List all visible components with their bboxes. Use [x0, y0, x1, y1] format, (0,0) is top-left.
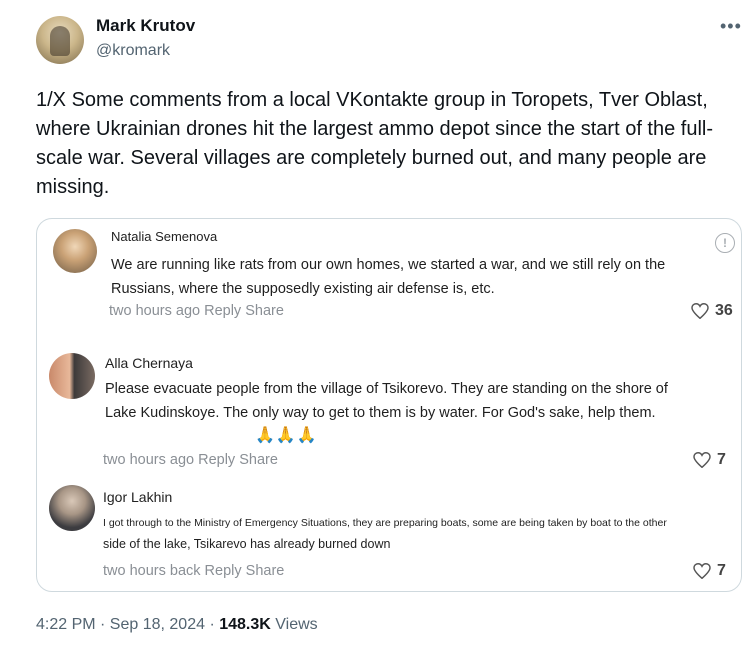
commenter-name: Natalia Semenova: [111, 229, 218, 244]
comment-text-line: Lake Kudinskoye. The only way to get to …: [105, 405, 656, 421]
likes-count: 7: [717, 451, 726, 468]
author-handle[interactable]: @kromark: [96, 42, 170, 60]
timestamp[interactable]: 4:22 PM · Sep 18, 2024 ·: [36, 616, 219, 633]
views-label: Views: [270, 616, 318, 633]
comment-meta: two hours ago Reply Share: [109, 303, 284, 319]
likes-count: 7: [717, 562, 726, 579]
heart-icon: [693, 452, 711, 468]
views-count: 148.3K: [219, 616, 271, 633]
likes-count: 36: [715, 302, 733, 319]
commenter-name: Alla Chernaya: [105, 355, 193, 371]
comment-text-line: We are running like rats from our own ho…: [111, 257, 666, 273]
embedded-image[interactable]: Natalia Semenova ! We are running like r…: [36, 218, 742, 592]
tweet-footer: 4:22 PM · Sep 18, 2024 · 148.3K Views: [36, 616, 318, 634]
tweet: Mark Krutov @kromark ••• 1/X Some commen…: [0, 0, 756, 651]
commenter-avatar: [53, 229, 97, 273]
commenter-avatar: [49, 485, 95, 531]
comment-text-line: I got through to the Ministry of Emergen…: [103, 517, 667, 529]
comment-text-line: side of the lake, Tsikarevo has already …: [103, 537, 391, 551]
commenter-avatar: [49, 353, 95, 399]
info-icon: !: [715, 233, 735, 253]
tweet-text: 1/X Some comments from a local VKontakte…: [36, 89, 714, 198]
comment-likes: 36: [691, 302, 733, 320]
comment-meta: two hours ago Reply Share: [103, 452, 278, 468]
author-name[interactable]: Mark Krutov: [96, 16, 195, 36]
heart-icon: [693, 563, 711, 579]
commenter-name: Igor Lakhin: [103, 489, 173, 505]
heart-icon: [691, 303, 709, 319]
comment-text-line: Please evacuate people from the village …: [105, 381, 668, 397]
author-avatar[interactable]: [36, 16, 84, 64]
pray-emoji: 🙏🙏🙏: [255, 427, 318, 444]
comment-text-line: Russians, where the supposedly existing …: [111, 281, 495, 297]
more-icon[interactable]: •••: [720, 16, 742, 37]
comment-likes: 7: [693, 451, 726, 469]
comment-likes: 7: [693, 562, 726, 580]
comment-meta: two hours back Reply Share: [103, 563, 285, 579]
